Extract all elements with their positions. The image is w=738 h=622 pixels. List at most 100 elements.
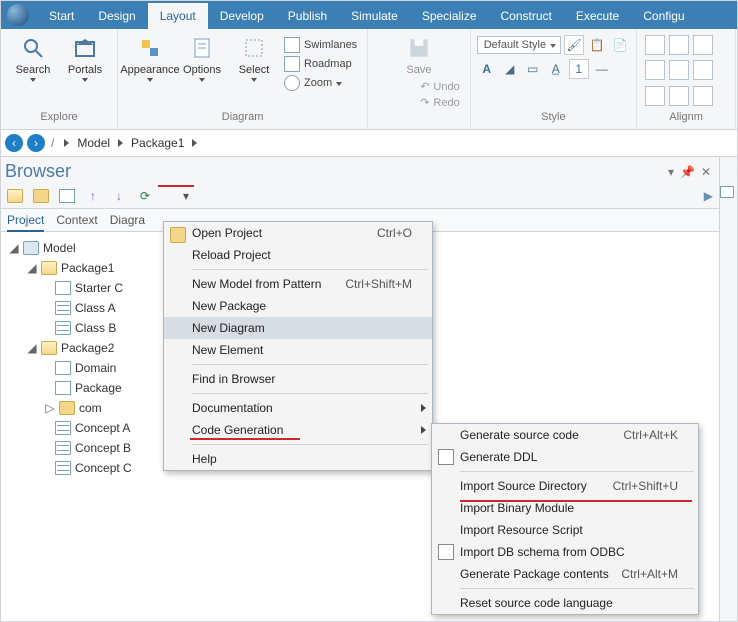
group-caption: Style bbox=[541, 111, 565, 127]
select-button[interactable]: Select bbox=[230, 35, 278, 82]
menu-separator bbox=[192, 364, 428, 365]
browser-title: Browser bbox=[5, 161, 71, 182]
align-right-icon[interactable] bbox=[693, 35, 713, 55]
zoom-button[interactable]: Zoom bbox=[284, 75, 357, 91]
distribute-h-icon[interactable] bbox=[645, 86, 665, 106]
menu-separator bbox=[192, 269, 428, 270]
menu-generate-source[interactable]: Generate source codeCtrl+Alt+K bbox=[432, 424, 698, 446]
menu-new-element[interactable]: New Element bbox=[164, 339, 432, 361]
tab-publish[interactable]: Publish bbox=[276, 3, 339, 29]
align-middle-icon[interactable] bbox=[669, 60, 689, 80]
refresh-icon[interactable]: ⟳ bbox=[137, 188, 153, 204]
menu-label: Import Resource Script bbox=[460, 523, 583, 537]
menu-open-project[interactable]: Open ProjectCtrl+O bbox=[164, 222, 432, 244]
nav-back-button[interactable]: ‹ bbox=[5, 134, 23, 152]
align-left-icon[interactable] bbox=[645, 35, 665, 55]
panel-dropdown-icon[interactable]: ▾ bbox=[668, 165, 674, 179]
style-copy-icon[interactable]: 📋 bbox=[587, 35, 607, 55]
nav-forward-button[interactable]: › bbox=[27, 134, 45, 152]
tab-start[interactable]: Start bbox=[37, 3, 86, 29]
align-bottom-icon[interactable] bbox=[693, 60, 713, 80]
panel-close-icon[interactable]: ✕ bbox=[701, 165, 711, 179]
style-paste-icon[interactable]: 📄 bbox=[610, 35, 630, 55]
same-width-icon[interactable] bbox=[693, 86, 713, 106]
options-button[interactable]: Options bbox=[178, 35, 226, 82]
subtab-diagram[interactable]: Diagra bbox=[110, 213, 145, 227]
class-icon bbox=[55, 441, 71, 455]
select-icon bbox=[241, 35, 267, 61]
portals-button[interactable]: Portals bbox=[61, 35, 109, 82]
font-icon[interactable]: A bbox=[477, 59, 497, 79]
menu-reload-project[interactable]: Reload Project bbox=[164, 244, 432, 266]
tab-layout[interactable]: Layout bbox=[148, 3, 208, 29]
align-top-icon[interactable] bbox=[645, 60, 665, 80]
menu-shortcut: Ctrl+Alt+M bbox=[621, 567, 678, 581]
breadcrumb-arrow-icon[interactable] bbox=[64, 139, 69, 147]
distribute-v-icon[interactable] bbox=[669, 86, 689, 106]
options-icon bbox=[189, 35, 215, 61]
menu-new-diagram[interactable]: New Diagram bbox=[164, 317, 432, 339]
align-center-icon[interactable] bbox=[669, 35, 689, 55]
save-button[interactable]: Save bbox=[395, 35, 443, 76]
chevron-down-icon bbox=[82, 78, 88, 82]
subtab-project[interactable]: Project bbox=[7, 213, 44, 232]
appearance-button[interactable]: Appearance bbox=[126, 35, 174, 82]
panel-pin-icon[interactable]: 📌 bbox=[680, 165, 695, 179]
ribbon-group-alignment: Alignm bbox=[637, 29, 736, 129]
menu-generate-ddl[interactable]: Generate DDL bbox=[432, 446, 698, 468]
menu-label: New Element bbox=[192, 343, 263, 357]
menu-generate-package-contents[interactable]: Generate Package contentsCtrl+Alt+M bbox=[432, 563, 698, 585]
redo-button[interactable]: ↷Redo bbox=[420, 96, 460, 109]
breadcrumb-arrow-icon[interactable] bbox=[118, 139, 123, 147]
tab-develop[interactable]: Develop bbox=[208, 3, 276, 29]
menu-import-db-odbc[interactable]: Import DB schema from ODBC bbox=[432, 541, 698, 563]
tab-execute[interactable]: Execute bbox=[564, 3, 631, 29]
tab-simulate[interactable]: Simulate bbox=[339, 3, 410, 29]
menu-import-source-directory[interactable]: Import Source DirectoryCtrl+Shift+U bbox=[432, 475, 698, 497]
move-down-icon[interactable]: ↓ bbox=[111, 188, 127, 204]
menu-import-resource[interactable]: Import Resource Script bbox=[432, 519, 698, 541]
breadcrumb-package[interactable]: Package1 bbox=[131, 136, 184, 150]
subtab-context[interactable]: Context bbox=[56, 213, 97, 227]
fill-color-icon[interactable]: ◢ bbox=[500, 59, 520, 79]
menu-new-package[interactable]: New Package bbox=[164, 295, 432, 317]
breadcrumb-sep: / bbox=[51, 136, 54, 150]
collapsed-panel-label[interactable]: Sta bbox=[720, 183, 738, 201]
new-diagram-icon[interactable] bbox=[59, 188, 75, 204]
chevron-down-icon bbox=[30, 78, 36, 82]
portals-label: Portals bbox=[68, 64, 102, 76]
undo-label: Undo bbox=[433, 81, 459, 93]
line-color-icon[interactable]: ▭ bbox=[523, 59, 543, 79]
menu-label: Import Source Directory bbox=[460, 479, 587, 493]
collapse-right-icon[interactable]: ▶ bbox=[704, 189, 713, 203]
menu-new-model-pattern[interactable]: New Model from PatternCtrl+Shift+M bbox=[164, 273, 432, 295]
new-project-icon[interactable] bbox=[7, 188, 23, 204]
tab-construct[interactable]: Construct bbox=[489, 3, 564, 29]
app-logo-icon[interactable] bbox=[7, 4, 29, 26]
default-style-select[interactable]: Default Style bbox=[477, 36, 561, 54]
roadmap-button[interactable]: Roadmap bbox=[284, 56, 357, 72]
style-brush-icon[interactable]: 🖌 bbox=[564, 35, 584, 55]
appearance-icon bbox=[137, 35, 163, 61]
border-style-icon[interactable]: — bbox=[592, 59, 612, 79]
menu-reset-source-lang[interactable]: Reset source code language bbox=[432, 592, 698, 614]
search-button[interactable]: Search bbox=[9, 35, 57, 82]
menu-documentation[interactable]: Documentation bbox=[164, 397, 432, 419]
menu-find-in-browser[interactable]: Find in Browser bbox=[164, 368, 432, 390]
swimlanes-button[interactable]: Swimlanes bbox=[284, 37, 357, 53]
move-up-icon[interactable]: ↑ bbox=[85, 188, 101, 204]
text-color-icon[interactable]: A̲ bbox=[546, 59, 566, 79]
hamburger-menu-button[interactable] bbox=[163, 188, 179, 204]
menu-help[interactable]: Help bbox=[164, 448, 432, 470]
chevron-down-icon bbox=[336, 82, 342, 86]
new-package-icon[interactable] bbox=[33, 188, 49, 204]
tab-configure[interactable]: Configu bbox=[631, 3, 696, 29]
breadcrumb-model[interactable]: Model bbox=[77, 136, 110, 150]
toolbar-menu-arrow-icon[interactable]: ▾ bbox=[183, 189, 189, 203]
tab-specialize[interactable]: Specialize bbox=[410, 3, 489, 29]
ribbon-group-explore: Search Portals Explore bbox=[1, 29, 118, 129]
breadcrumb-arrow-icon[interactable] bbox=[192, 139, 197, 147]
border-width-icon[interactable]: 1 bbox=[569, 59, 589, 79]
undo-button[interactable]: ↶Undo bbox=[420, 80, 460, 93]
tab-design[interactable]: Design bbox=[86, 3, 147, 29]
